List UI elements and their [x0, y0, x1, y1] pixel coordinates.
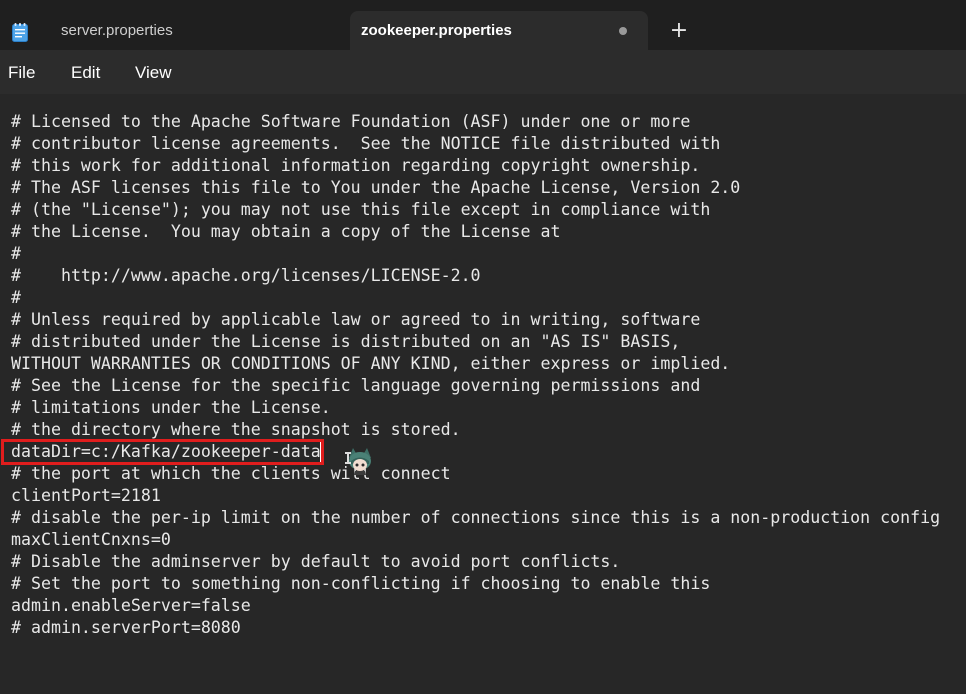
editor-line[interactable]: # the port at which the clients will con…	[11, 463, 451, 485]
notepad-window: server.properties zookeeper.properties +…	[0, 0, 966, 694]
editor-line[interactable]: # contributor license agreements. See th…	[11, 133, 720, 155]
editor-line[interactable]: # http://www.apache.org/licenses/LICENSE…	[11, 265, 481, 287]
new-tab-button[interactable]: +	[669, 20, 689, 42]
editor-line[interactable]: # Unless required by applicable law or a…	[11, 309, 700, 331]
editor-line[interactable]: # limitations under the License.	[11, 397, 331, 419]
menu-edit[interactable]: Edit	[71, 63, 100, 83]
character-cursor-icon	[345, 448, 371, 475]
editor-line[interactable]: admin.enableServer=false	[11, 595, 251, 617]
menu-bar: File Edit View	[0, 50, 966, 94]
editor-line[interactable]: # this work for additional information r…	[11, 155, 700, 177]
tab-label: server.properties	[61, 22, 173, 39]
editor-line[interactable]: clientPort=2181	[11, 485, 161, 507]
editor-line[interactable]: # Disable the adminserver by default to …	[11, 551, 620, 573]
editor-line[interactable]: # the directory where the snapshot is st…	[11, 419, 461, 441]
editor-line[interactable]: # See the License for the specific langu…	[11, 375, 700, 397]
menu-view[interactable]: View	[135, 63, 172, 83]
tab-server-properties[interactable]: server.properties	[0, 11, 350, 50]
notepad-icon	[12, 23, 28, 42]
editor-line[interactable]: # disable the per-ip limit on the number…	[11, 507, 940, 529]
editor-line[interactable]: # The ASF licenses this file to You unde…	[11, 177, 740, 199]
editor-line[interactable]: # admin.serverPort=8080	[11, 617, 241, 639]
text-editor[interactable]: # Licensed to the Apache Software Founda…	[0, 94, 966, 694]
editor-line[interactable]: #	[11, 243, 21, 265]
editor-line[interactable]: maxClientCnxns=0	[11, 529, 171, 551]
editor-line[interactable]: # Licensed to the Apache Software Founda…	[11, 111, 690, 133]
unsaved-indicator-icon[interactable]	[619, 27, 627, 35]
editor-line[interactable]: WITHOUT WARRANTIES OR CONDITIONS OF ANY …	[11, 353, 730, 375]
tab-label: zookeeper.properties	[361, 22, 512, 39]
menu-file[interactable]: File	[8, 63, 35, 83]
tab-zookeeper-properties[interactable]: zookeeper.properties	[350, 11, 648, 50]
text-cursor	[320, 442, 321, 462]
highlight-box	[1, 439, 324, 465]
editor-line[interactable]: # distributed under the License is distr…	[11, 331, 680, 353]
tab-bar: server.properties zookeeper.properties +	[0, 0, 966, 50]
editor-line[interactable]: # (the "License"); you may not use this …	[11, 199, 710, 221]
editor-line[interactable]: # Set the port to something non-conflict…	[11, 573, 710, 595]
editor-line[interactable]: # the License. You may obtain a copy of …	[11, 221, 560, 243]
editor-line[interactable]: #	[11, 287, 21, 309]
